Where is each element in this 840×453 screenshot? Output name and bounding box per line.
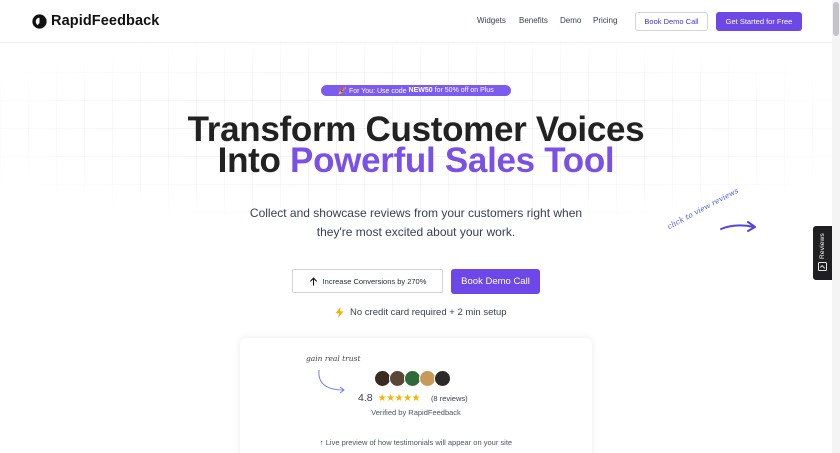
arrow-up-icon	[309, 276, 317, 286]
promo-suffix: for 50% off on Plus	[434, 87, 494, 94]
nav-pricing[interactable]: Pricing	[593, 16, 617, 25]
hero-subtitle-line2: they're most excited about your work.	[316, 225, 516, 239]
curly-arrow-icon	[318, 369, 345, 394]
no-credit-card-text: No credit card required + 2 min setup	[350, 307, 507, 318]
book-demo-button[interactable]: Book Demo Call	[451, 269, 540, 294]
lightning-icon	[335, 307, 344, 318]
review-count[interactable]: (8 reviews)	[431, 394, 468, 403]
review-widget-icon	[818, 261, 827, 271]
logo-icon	[32, 13, 47, 29]
increase-conversions-label: Increase Conversions by 270%	[322, 276, 427, 286]
hero-title-accent: Powerful Sales Tool	[290, 141, 615, 180]
gain-trust-doodle: gain real trust	[306, 354, 361, 363]
verified-by: Verified by RapidFeedback	[371, 408, 461, 417]
promo-code: NEW50	[408, 87, 433, 94]
page-scrollbar[interactable]	[832, 0, 840, 453]
get-started-button[interactable]: Get Started for Free	[716, 12, 802, 31]
brand-logo[interactable]: RapidFeedback	[32, 13, 159, 29]
nav-demo[interactable]: Demo	[560, 16, 581, 25]
rating-row: 4.8 ★★★★★ (8 reviews)	[358, 392, 468, 404]
star-rating-icon: ★★★★★	[377, 392, 421, 404]
hero-title-into: Into	[217, 141, 281, 180]
no-credit-card-note: No credit card required + 2 min setup	[335, 307, 507, 318]
nav-widgets[interactable]: Widgets	[477, 16, 506, 25]
scrollbar-thumb[interactable]	[833, 2, 839, 36]
hero-title-line2: Into Powerful Sales Tool	[0, 141, 832, 181]
rating-value: 4.8	[358, 392, 373, 404]
live-preview-note: ↑ Live preview of how testimonials will …	[319, 438, 513, 447]
reviews-side-tab[interactable]: Reviews	[813, 226, 832, 280]
testimonial-preview-card: gain real trust 4.8 ★★★★★ (8 reviews) Ve…	[240, 338, 592, 453]
arrow-right-icon	[720, 221, 756, 232]
reviewer-avatars	[374, 370, 451, 387]
increase-conversions-button[interactable]: Increase Conversions by 270%	[292, 269, 443, 293]
promo-badge[interactable]: 🎉 For You: Use code NEW50 for 50% off on…	[321, 85, 511, 96]
promo-prefix: 🎉 For You: Use code	[338, 87, 407, 95]
header-book-demo-button[interactable]: Book Demo Call	[635, 12, 708, 31]
site-header: RapidFeedback Widgets Benefits Demo Pric…	[0, 0, 832, 43]
reviews-tab-label: Reviews	[819, 233, 826, 259]
brand-name: RapidFeedback	[51, 13, 160, 29]
avatar	[434, 370, 451, 387]
nav-benefits[interactable]: Benefits	[519, 16, 548, 25]
